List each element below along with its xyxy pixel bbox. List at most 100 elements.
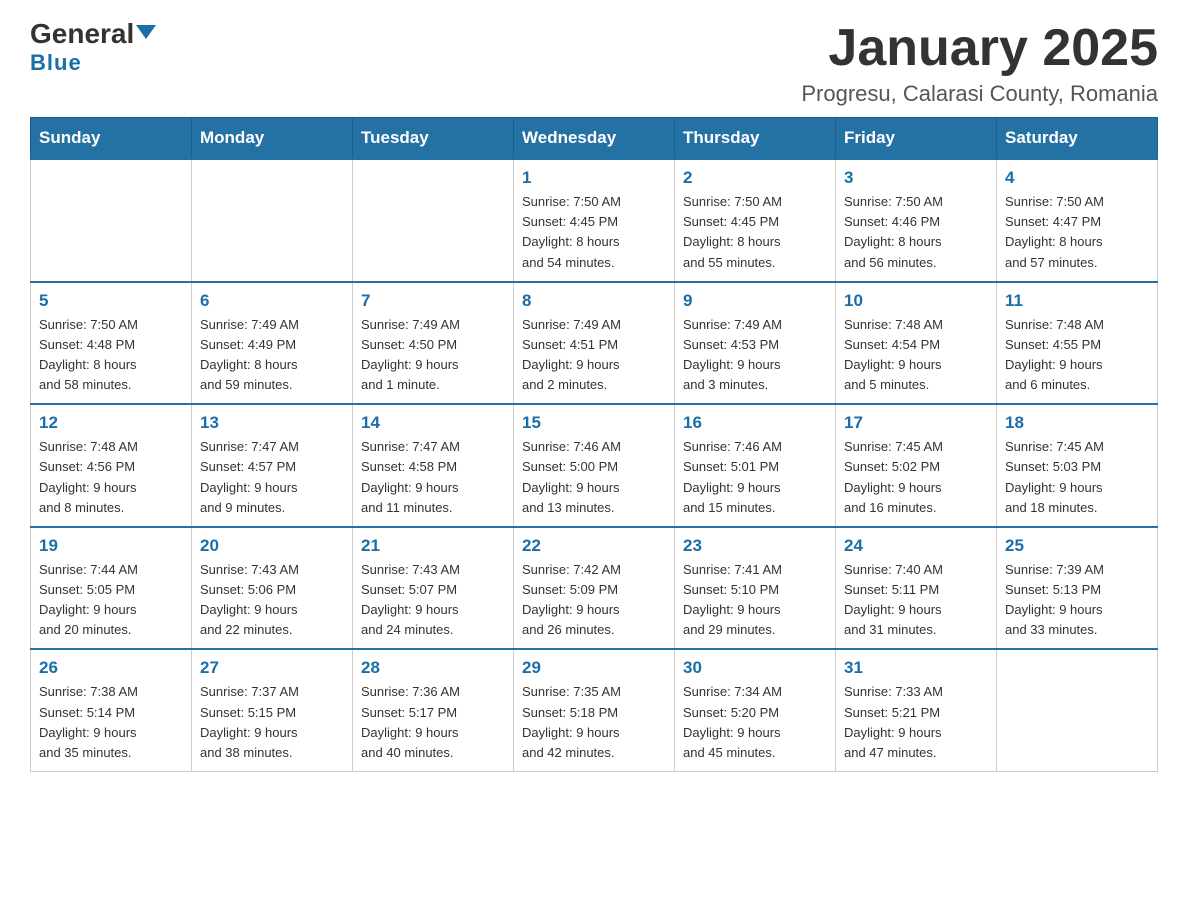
calendar-table: Sunday Monday Tuesday Wednesday Thursday… bbox=[30, 117, 1158, 772]
logo: General Blue bbox=[30, 20, 156, 76]
calendar-cell bbox=[31, 159, 192, 282]
calendar-cell bbox=[353, 159, 514, 282]
day-number: 14 bbox=[361, 413, 505, 433]
calendar-title: January 2025 bbox=[801, 20, 1158, 77]
col-thursday: Thursday bbox=[675, 118, 836, 160]
col-friday: Friday bbox=[836, 118, 997, 160]
calendar-week-row-3: 12Sunrise: 7:48 AMSunset: 4:56 PMDayligh… bbox=[31, 404, 1158, 527]
day-info: Sunrise: 7:50 AMSunset: 4:45 PMDaylight:… bbox=[522, 192, 666, 273]
calendar-subtitle: Progresu, Calarasi County, Romania bbox=[801, 81, 1158, 107]
day-info: Sunrise: 7:44 AMSunset: 5:05 PMDaylight:… bbox=[39, 560, 183, 641]
day-info: Sunrise: 7:38 AMSunset: 5:14 PMDaylight:… bbox=[39, 682, 183, 763]
day-info: Sunrise: 7:50 AMSunset: 4:46 PMDaylight:… bbox=[844, 192, 988, 273]
day-number: 22 bbox=[522, 536, 666, 556]
day-number: 30 bbox=[683, 658, 827, 678]
calendar-week-row-5: 26 Sunrise: 7:38 AMSunset: 5:14 PMDayligh… bbox=[31, 649, 1158, 771]
calendar-cell: 29 Sunrise: 7:35 AMSunset: 5:18 PMDayligh… bbox=[514, 649, 675, 771]
day-info: Sunrise: 7:49 AMSunset: 4:51 PMDaylight:… bbox=[522, 315, 666, 396]
calendar-cell: 5 Sunrise: 7:50 AMSunset: 4:48 PMDaylight… bbox=[31, 282, 192, 405]
calendar-cell bbox=[997, 649, 1158, 771]
day-info: Sunrise: 7:47 AMSunset: 4:57 PMDaylight:… bbox=[200, 437, 344, 518]
calendar-cell: 25Sunrise: 7:39 AMSunset: 5:13 PMDayligh… bbox=[997, 527, 1158, 650]
calendar-cell: 21Sunrise: 7:43 AMSunset: 5:07 PMDayligh… bbox=[353, 527, 514, 650]
calendar-header-row: Sunday Monday Tuesday Wednesday Thursday… bbox=[31, 118, 1158, 160]
day-number: 17 bbox=[844, 413, 988, 433]
col-wednesday: Wednesday bbox=[514, 118, 675, 160]
calendar-cell: 3 Sunrise: 7:50 AMSunset: 4:46 PMDaylight… bbox=[836, 159, 997, 282]
calendar-cell bbox=[192, 159, 353, 282]
calendar-cell: 13 Sunrise: 7:47 AMSunset: 4:57 PMDayligh… bbox=[192, 404, 353, 527]
day-info: Sunrise: 7:37 AMSunset: 5:15 PMDaylight:… bbox=[200, 682, 344, 763]
day-number: 2 bbox=[683, 168, 827, 188]
day-number: 9 bbox=[683, 291, 827, 311]
day-number: 26 bbox=[39, 658, 183, 678]
day-number: 3 bbox=[844, 168, 988, 188]
day-info: Sunrise: 7:50 AMSunset: 4:47 PMDaylight:… bbox=[1005, 192, 1149, 273]
day-number: 27 bbox=[200, 658, 344, 678]
calendar-cell: 23 Sunrise: 7:41 AMSunset: 5:10 PMDayligh… bbox=[675, 527, 836, 650]
day-info: Sunrise: 7:40 AMSunset: 5:11 PMDaylight:… bbox=[844, 560, 988, 641]
calendar-week-row-4: 19 Sunrise: 7:44 AMSunset: 5:05 PMDayligh… bbox=[31, 527, 1158, 650]
day-number: 16 bbox=[683, 413, 827, 433]
calendar-cell: 20 Sunrise: 7:43 AMSunset: 5:06 PMDayligh… bbox=[192, 527, 353, 650]
day-info: Sunrise: 7:49 AMSunset: 4:49 PMDaylight:… bbox=[200, 315, 344, 396]
logo-general: General bbox=[30, 20, 156, 48]
calendar-cell: 17Sunrise: 7:45 AMSunset: 5:02 PMDayligh… bbox=[836, 404, 997, 527]
day-number: 4 bbox=[1005, 168, 1149, 188]
day-info: Sunrise: 7:41 AMSunset: 5:10 PMDaylight:… bbox=[683, 560, 827, 641]
day-number: 1 bbox=[522, 168, 666, 188]
day-info: Sunrise: 7:43 AMSunset: 5:07 PMDaylight:… bbox=[361, 560, 505, 641]
day-info: Sunrise: 7:48 AMSunset: 4:54 PMDaylight:… bbox=[844, 315, 988, 396]
day-info: Sunrise: 7:34 AMSunset: 5:20 PMDaylight:… bbox=[683, 682, 827, 763]
day-info: Sunrise: 7:46 AMSunset: 5:00 PMDaylight:… bbox=[522, 437, 666, 518]
calendar-cell: 1 Sunrise: 7:50 AMSunset: 4:45 PMDaylight… bbox=[514, 159, 675, 282]
title-section: January 2025 Progresu, Calarasi County, … bbox=[801, 20, 1158, 107]
calendar-cell: 14 Sunrise: 7:47 AMSunset: 4:58 PMDayligh… bbox=[353, 404, 514, 527]
day-info: Sunrise: 7:35 AMSunset: 5:18 PMDaylight:… bbox=[522, 682, 666, 763]
day-info: Sunrise: 7:50 AMSunset: 4:48 PMDaylight:… bbox=[39, 315, 183, 396]
day-number: 31 bbox=[844, 658, 988, 678]
logo-triangle-icon bbox=[136, 25, 156, 39]
logo-blue: Blue bbox=[30, 50, 82, 76]
day-info: Sunrise: 7:43 AMSunset: 5:06 PMDaylight:… bbox=[200, 560, 344, 641]
day-number: 15 bbox=[522, 413, 666, 433]
day-info: Sunrise: 7:36 AMSunset: 5:17 PMDaylight:… bbox=[361, 682, 505, 763]
calendar-cell: 12Sunrise: 7:48 AMSunset: 4:56 PMDayligh… bbox=[31, 404, 192, 527]
col-saturday: Saturday bbox=[997, 118, 1158, 160]
day-number: 25 bbox=[1005, 536, 1149, 556]
day-number: 23 bbox=[683, 536, 827, 556]
day-number: 5 bbox=[39, 291, 183, 311]
calendar-cell: 15 Sunrise: 7:46 AMSunset: 5:00 PMDayligh… bbox=[514, 404, 675, 527]
day-info: Sunrise: 7:49 AMSunset: 4:53 PMDaylight:… bbox=[683, 315, 827, 396]
day-number: 10 bbox=[844, 291, 988, 311]
page-header: General Blue January 2025 Progresu, Cala… bbox=[30, 20, 1158, 107]
day-number: 28 bbox=[361, 658, 505, 678]
day-number: 6 bbox=[200, 291, 344, 311]
col-monday: Monday bbox=[192, 118, 353, 160]
calendar-cell: 6 Sunrise: 7:49 AMSunset: 4:49 PMDaylight… bbox=[192, 282, 353, 405]
day-info: Sunrise: 7:50 AMSunset: 4:45 PMDaylight:… bbox=[683, 192, 827, 273]
col-sunday: Sunday bbox=[31, 118, 192, 160]
day-info: Sunrise: 7:46 AMSunset: 5:01 PMDaylight:… bbox=[683, 437, 827, 518]
day-number: 19 bbox=[39, 536, 183, 556]
day-info: Sunrise: 7:48 AMSunset: 4:56 PMDaylight:… bbox=[39, 437, 183, 518]
day-number: 29 bbox=[522, 658, 666, 678]
calendar-cell: 27 Sunrise: 7:37 AMSunset: 5:15 PMDayligh… bbox=[192, 649, 353, 771]
day-number: 11 bbox=[1005, 291, 1149, 311]
calendar-cell: 4 Sunrise: 7:50 AMSunset: 4:47 PMDaylight… bbox=[997, 159, 1158, 282]
calendar-cell: 11Sunrise: 7:48 AMSunset: 4:55 PMDayligh… bbox=[997, 282, 1158, 405]
calendar-week-row-2: 5 Sunrise: 7:50 AMSunset: 4:48 PMDaylight… bbox=[31, 282, 1158, 405]
day-number: 20 bbox=[200, 536, 344, 556]
day-number: 13 bbox=[200, 413, 344, 433]
calendar-cell: 8 Sunrise: 7:49 AMSunset: 4:51 PMDaylight… bbox=[514, 282, 675, 405]
day-info: Sunrise: 7:45 AMSunset: 5:03 PMDaylight:… bbox=[1005, 437, 1149, 518]
calendar-cell: 22Sunrise: 7:42 AMSunset: 5:09 PMDayligh… bbox=[514, 527, 675, 650]
calendar-cell: 28 Sunrise: 7:36 AMSunset: 5:17 PMDayligh… bbox=[353, 649, 514, 771]
calendar-cell: 9 Sunrise: 7:49 AMSunset: 4:53 PMDaylight… bbox=[675, 282, 836, 405]
day-number: 8 bbox=[522, 291, 666, 311]
calendar-cell: 7Sunrise: 7:49 AMSunset: 4:50 PMDaylight… bbox=[353, 282, 514, 405]
calendar-cell: 19 Sunrise: 7:44 AMSunset: 5:05 PMDayligh… bbox=[31, 527, 192, 650]
calendar-cell: 18 Sunrise: 7:45 AMSunset: 5:03 PMDayligh… bbox=[997, 404, 1158, 527]
day-info: Sunrise: 7:47 AMSunset: 4:58 PMDaylight:… bbox=[361, 437, 505, 518]
day-number: 18 bbox=[1005, 413, 1149, 433]
